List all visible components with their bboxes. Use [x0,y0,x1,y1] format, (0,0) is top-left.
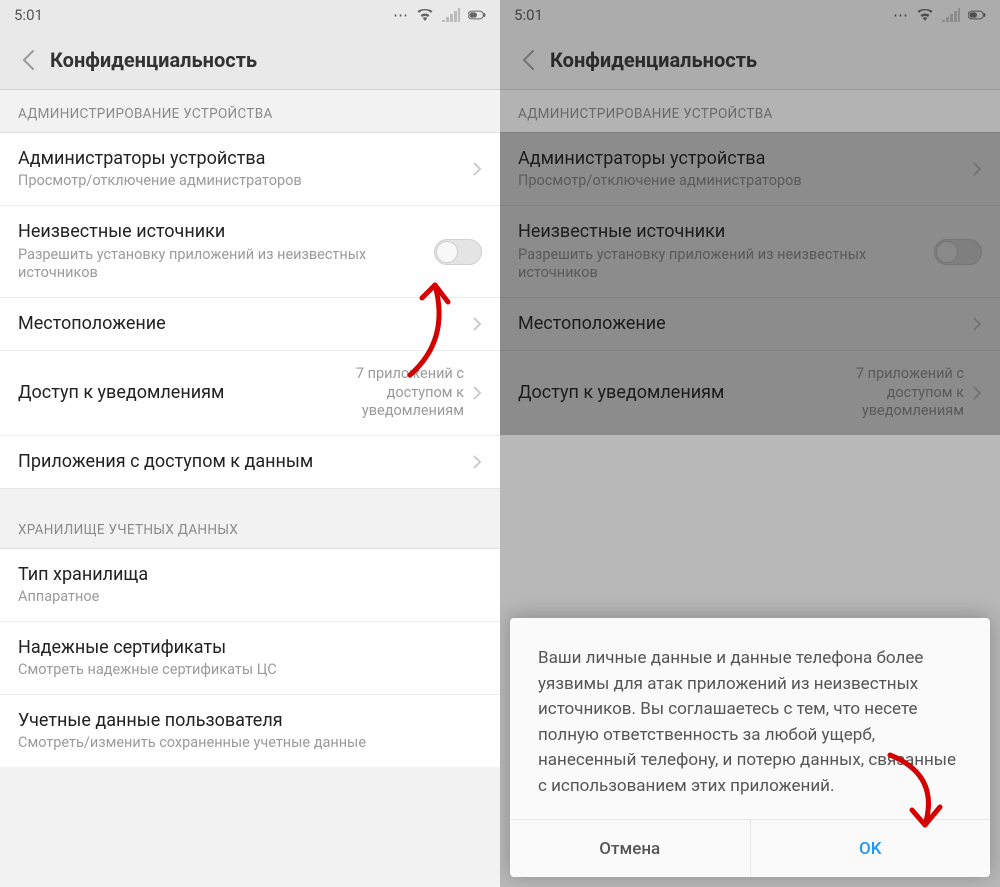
dialog-cancel-button[interactable]: Отмена [510,820,750,877]
row-sub: Просмотр/отключение администраторов [18,172,472,191]
row-storage-type[interactable]: Тип хранилища Аппаратное [0,548,500,621]
row-title: Учетные данные пользователя [18,709,482,732]
chevron-left-icon [21,49,35,71]
row-value: 7 приложений с доступом к уведомлениям [294,365,464,422]
dialog-backdrop: Ваши личные данные и данные телефона бол… [500,0,1000,887]
row-sub: Аппаратное [18,588,482,607]
back-button[interactable] [10,42,46,78]
list-creds: Тип хранилища Аппаратное Надежные сертиф… [0,548,500,768]
row-title: Надежные сертификаты [18,636,482,659]
chevron-right-icon [472,454,482,470]
row-device-admins[interactable]: Администраторы устройства Просмотр/отклю… [0,132,500,205]
section-header-admin: АДМИНИСТРИРОВАНИЕ УСТРОЙСТВА [0,90,500,132]
list-admin: Администраторы устройства Просмотр/отклю… [0,132,500,488]
battery-icon [468,8,486,22]
chevron-right-icon [472,161,482,177]
section-header-creds: ХРАНИЛИЩЕ УЧЕТНЫХ ДАННЫХ [0,506,500,548]
unknown-sources-toggle[interactable] [434,239,482,265]
status-bar: 5:01 ⋯ [0,0,500,30]
confirm-dialog: Ваши личные данные и данные телефона бол… [510,618,990,877]
signal-icon [442,8,460,22]
row-sub: Разрешить установку приложений из неизве… [18,246,434,284]
page-title: Конфиденциальность [50,48,257,72]
chevron-right-icon [472,316,482,332]
row-title: Доступ к уведомлениям [18,381,294,404]
wifi-icon [416,8,434,22]
row-title: Местоположение [18,312,472,335]
dialog-body: Ваши личные данные и данные телефона бол… [510,618,990,819]
row-sub: Смотреть надежные сертификаты ЦС [18,661,482,680]
status-time: 5:01 [14,6,43,24]
row-title: Неизвестные источники [18,220,434,243]
row-location[interactable]: Местоположение [0,297,500,349]
row-sub: Смотреть/изменить сохраненные учетные да… [18,734,482,753]
row-data-access[interactable]: Приложения с доступом к данным [0,435,500,487]
row-title: Тип хранилища [18,563,482,586]
row-unknown-sources[interactable]: Неизвестные источники Разрешить установк… [0,205,500,297]
row-trusted-certs[interactable]: Надежные сертификаты Смотреть надежные с… [0,621,500,694]
dots-icon: ⋯ [393,6,408,24]
dialog-ok-button[interactable]: OK [750,820,991,877]
phone-screenshot-right: 5:01 ⋯ Конфиденциальность АДМИНИСТРИРОВА… [500,0,1000,887]
chevron-right-icon [472,385,482,401]
row-notification-access[interactable]: Доступ к уведомлениям 7 приложений с дос… [0,350,500,436]
row-user-creds[interactable]: Учетные данные пользователя Смотреть/изм… [0,694,500,767]
app-bar: Конфиденциальность [0,30,500,90]
row-title: Приложения с доступом к данным [18,450,472,473]
status-icons: ⋯ [393,6,486,24]
row-title: Администраторы устройства [18,147,472,170]
phone-screenshot-left: 5:01 ⋯ Конфиденциальность АДМИНИСТРИРОВА… [0,0,500,887]
